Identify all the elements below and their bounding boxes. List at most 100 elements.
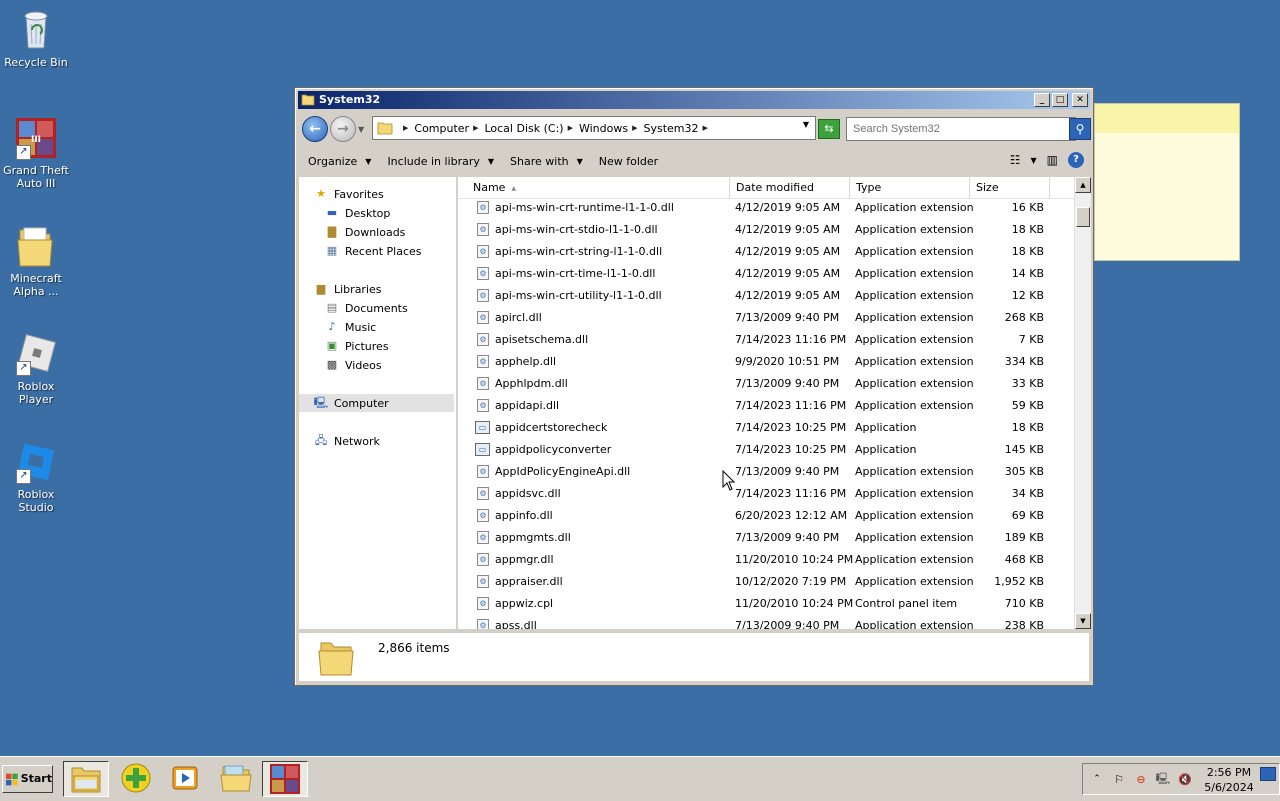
show-desktop-button[interactable] (1260, 767, 1276, 781)
vertical-scrollbar[interactable]: ▲ ▼ (1074, 177, 1091, 629)
share-with-menu[interactable]: Share with ▼ (510, 155, 583, 168)
file-row[interactable]: ⚙ apircl.dll 7/13/2009 9:40 PM Application … (458, 307, 1074, 329)
nav-desktop[interactable]: ▬ Desktop (324, 204, 391, 222)
scroll-down-button[interactable]: ▼ (1075, 613, 1091, 629)
breadcrumb-local-disk[interactable]: Local Disk (C:) (484, 122, 563, 135)
nav-documents[interactable]: ▤ Documents (324, 299, 408, 317)
clock[interactable]: 2:56 PM 5/6/2024 (1200, 765, 1258, 795)
title-bar[interactable]: System32 _ □ ✕ (298, 91, 1090, 109)
column-header-size[interactable]: Size (970, 177, 1050, 198)
breadcrumb-windows[interactable]: Windows (579, 122, 628, 135)
desktop-icon-roblox-studio[interactable]: ↗ Roblox Studio (0, 440, 72, 514)
preview-pane-icon[interactable]: ▥ (1047, 153, 1058, 167)
file-row[interactable]: ⚙ appidapi.dll 7/14/2023 11:16 PM Applicati… (458, 395, 1074, 417)
nav-downloads[interactable]: ▇ Downloads (324, 223, 406, 241)
start-label: Start (20, 772, 52, 785)
maximize-button[interactable]: □ (1052, 93, 1068, 107)
chevron-icon[interactable]: ▶ (568, 124, 573, 132)
volume-muted-icon[interactable]: 🔇 (1177, 773, 1193, 786)
column-header-name[interactable]: Name ▲ (458, 177, 730, 198)
file-row[interactable]: ⚙ api-ms-win-crt-utility-l1-1-0.dll 4/12/2… (458, 285, 1074, 307)
nav-pictures[interactable]: ▣ Pictures (324, 337, 389, 355)
file-row[interactable]: ⚙ apss.dll 7/13/2009 9:40 PM Application ex… (458, 615, 1074, 629)
start-button[interactable]: Start (2, 765, 53, 793)
column-label: Date modified (736, 181, 814, 194)
help-icon[interactable]: ? (1068, 152, 1084, 168)
nav-recent-places[interactable]: ▦ Recent Places (324, 242, 422, 260)
organize-menu[interactable]: Organize ▼ (308, 155, 371, 168)
file-row[interactable]: ⚙ appmgmts.dll 7/13/2009 9:40 PM Applicatio… (458, 527, 1074, 549)
file-row[interactable]: ▭ appidpolicyconverter 7/14/2023 10:25 PM A… (458, 439, 1074, 461)
taskbar-app-folder[interactable] (213, 761, 259, 797)
breadcrumb-computer[interactable]: Computer (414, 122, 469, 135)
file-row[interactable]: ⚙ appinfo.dll 6/20/2023 12:12 AM Applicatio… (458, 505, 1074, 527)
stop-icon[interactable]: ⊖ (1133, 773, 1149, 786)
file-row[interactable]: ⚙ api-ms-win-crt-stdio-l1-1-0.dll 4/12/201… (458, 219, 1074, 241)
search-button[interactable]: ⚲ (1069, 118, 1091, 140)
file-row[interactable]: ⚙ Apphlpdm.dll 7/13/2009 9:40 PM Applicatio… (458, 373, 1074, 395)
desktop-icon-recycle-bin[interactable]: Recycle Bin (0, 8, 72, 69)
file-row[interactable]: ⚙ appmgr.dll 11/20/2010 10:24 PM Applicatio… (458, 549, 1074, 571)
chevron-icon[interactable]: ▶ (632, 124, 637, 132)
nav-computer[interactable]: 🖳 Computer (299, 394, 454, 412)
action-center-flag-icon[interactable]: ⚐ (1111, 773, 1127, 786)
history-dropdown-icon[interactable]: ▼ (358, 125, 364, 134)
share-with-label: Share with (510, 154, 569, 168)
file-size: 1,952 KB (994, 575, 1044, 588)
taskbar-app-gta3[interactable] (262, 761, 308, 797)
file-row[interactable]: ⚙ AppIdPolicyEngineApi.dll 7/13/2009 9:40 … (458, 461, 1074, 483)
address-bar[interactable]: ▶ Computer ▶ Local Disk (C:) ▶ Windows ▶… (372, 116, 816, 140)
column-header-type[interactable]: Type (850, 177, 970, 198)
file-row[interactable]: ⚙ apphelp.dll 9/9/2020 10:51 PM Application… (458, 351, 1074, 373)
file-row[interactable]: ⚙ appidsvc.dll 7/14/2023 11:16 PM Applicati… (458, 483, 1074, 505)
file-row[interactable]: ⚙ apisetschema.dll 7/14/2023 11:16 PM Appli… (458, 329, 1074, 351)
sticky-note[interactable] (1094, 103, 1240, 261)
forward-button[interactable]: → (330, 116, 356, 142)
file-row[interactable]: ⚙ appwiz.cpl 11/20/2010 10:24 PM Control pa… (458, 593, 1074, 615)
nav-network[interactable]: 🖧 Network (313, 432, 380, 450)
nav-label: Libraries (334, 282, 382, 296)
file-type: Application extension (855, 575, 974, 588)
new-folder-button[interactable]: New folder (599, 155, 658, 168)
nav-music[interactable]: ♪ Music (324, 318, 376, 336)
back-button[interactable]: ← (302, 116, 328, 142)
file-row[interactable]: ⚙ api-ms-win-crt-runtime-l1-1-0.dll 4/12/2… (458, 197, 1074, 219)
include-in-library-menu[interactable]: Include in library ▼ (387, 155, 494, 168)
taskbar-app-explorer[interactable] (63, 761, 109, 797)
refresh-button[interactable]: ⇆ (818, 119, 840, 139)
address-dropdown-icon[interactable]: ▼ (803, 120, 809, 129)
nav-favorites[interactable]: ★ Favorites (313, 185, 384, 203)
file-row[interactable]: ⚙ api-ms-win-crt-time-l1-1-0.dll 4/12/2019… (458, 263, 1074, 285)
close-button[interactable]: ✕ (1072, 93, 1088, 107)
search-input[interactable] (846, 117, 1076, 141)
network-tray-icon[interactable]: 🖳 (1155, 770, 1171, 789)
nav-videos[interactable]: ▩ Videos (324, 356, 382, 374)
file-name: apphelp.dll (495, 355, 557, 368)
minimize-button[interactable]: _ (1034, 93, 1050, 107)
show-hidden-icons-button[interactable]: ⌃ (1089, 774, 1105, 784)
file-row[interactable]: ⚙ api-ms-win-crt-string-l1-1-0.dll 4/12/20… (458, 241, 1074, 263)
file-row[interactable]: ▭ appidcertstorecheck 7/14/2023 10:25 PM Ap… (458, 417, 1074, 439)
column-header-date[interactable]: Date modified (730, 177, 850, 198)
chevron-icon[interactable]: ▶ (703, 124, 708, 132)
desktop-icon-gta3[interactable]: III ↗ Grand Theft Auto III (0, 116, 72, 190)
nav-libraries[interactable]: ▆ Libraries (313, 280, 382, 298)
breadcrumb-system32[interactable]: System32 (643, 122, 698, 135)
desktop-icon-roblox-player[interactable]: ↗ Roblox Player (0, 332, 72, 406)
taskbar-app-media-player[interactable] (163, 761, 209, 797)
file-type: Application extension (855, 531, 974, 544)
chevron-down-icon[interactable]: ▼ (1031, 156, 1037, 165)
chevron-icon[interactable]: ▶ (473, 124, 478, 132)
chevron-icon[interactable]: ▶ (403, 124, 408, 132)
view-options-icon[interactable]: ☷ (1010, 153, 1021, 167)
desktop-icon-minecraft[interactable]: Minecraft Alpha ... (0, 224, 72, 298)
taskbar-app-green-plus[interactable] (114, 761, 160, 797)
dll-file-icon: ⚙ (477, 553, 489, 566)
desktop-icon-label: Recycle Bin (4, 56, 68, 69)
scroll-up-button[interactable]: ▲ (1075, 177, 1091, 193)
item-count: 2,866 items (378, 641, 450, 655)
file-row[interactable]: ⚙ appraiser.dll 10/12/2020 7:19 PM Applicat… (458, 571, 1074, 593)
scroll-thumb[interactable] (1076, 207, 1090, 227)
sticky-note-header[interactable] (1095, 104, 1239, 133)
file-type: Control panel item (855, 597, 958, 610)
